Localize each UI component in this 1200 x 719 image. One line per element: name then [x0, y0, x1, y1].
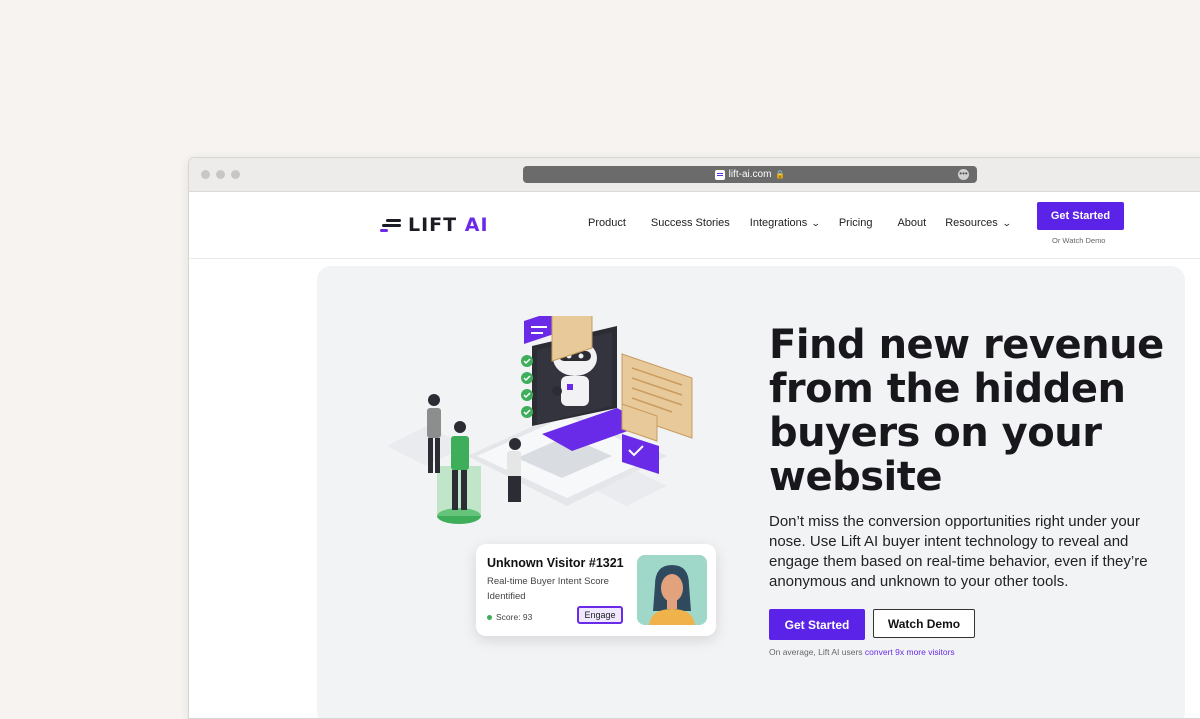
main-nav: Product Success Stories Integrations ⌄ P… — [588, 217, 1012, 229]
hero-section: Find new revenue from the hidden buyers … — [317, 266, 1185, 718]
nav-item-about[interactable]: About — [897, 217, 926, 229]
browser-window: lift-ai.com 🔒 ••• LIFT AI Product Succes… — [188, 157, 1200, 719]
lock-icon: 🔒 — [775, 170, 786, 179]
score-text: Score: 93 — [496, 612, 533, 622]
ellipsis-icon[interactable]: ••• — [958, 169, 969, 180]
nav-item-label: Integrations — [749, 217, 808, 229]
nav-item-label: Pricing — [838, 217, 873, 229]
site-favicon-icon — [714, 169, 725, 180]
minimize-window-icon[interactable] — [216, 170, 225, 179]
nav-item-resources[interactable]: Resources ⌄ — [945, 217, 1012, 229]
buyer-intent-illustration — [387, 316, 693, 524]
hero-get-started-button[interactable]: Get Started — [769, 609, 865, 640]
visitor-avatar — [637, 555, 707, 625]
chevron-down-icon: ⌄ — [811, 217, 821, 228]
woman-avatar-icon — [637, 555, 707, 625]
site-header: LIFT AI Product Success Stories Integrat… — [189, 192, 1200, 259]
conversion-note-link[interactable]: convert 9x more visitors — [865, 647, 955, 657]
conversion-note: On average, Lift AI users convert 9x mor… — [769, 647, 955, 657]
logo-mark-icon — [380, 218, 402, 232]
nav-item-label: Resources — [945, 217, 998, 229]
nav-item-integrations[interactable]: Integrations ⌄ — [749, 217, 821, 229]
score-indicator: Score: 93 — [487, 612, 532, 622]
address-bar[interactable]: lift-ai.com 🔒 ••• — [523, 166, 977, 183]
browser-toolbar: lift-ai.com 🔒 ••• — [189, 158, 1200, 192]
nav-item-product[interactable]: Product — [588, 217, 626, 229]
nav-item-pricing[interactable]: Pricing — [839, 217, 873, 229]
window-controls — [201, 170, 240, 179]
status-dot-icon — [487, 614, 492, 620]
nav-item-label: Product — [588, 217, 626, 229]
hero-watch-demo-button[interactable]: Watch Demo — [873, 609, 975, 638]
conversion-note-text: On average, Lift AI users — [769, 647, 865, 657]
nav-item-label: About — [897, 217, 927, 229]
header-watch-demo-link[interactable]: Or Watch Demo — [1052, 236, 1105, 245]
visitor-card-title: Unknown Visitor #1321 — [487, 556, 624, 570]
hero-headline: Find new revenue from the hidden buyers … — [769, 322, 1164, 500]
url-text: lift-ai.com — [728, 169, 772, 180]
logo-text: LIFT AI — [408, 214, 489, 236]
visitor-card-subtitle: Real-time Buyer Intent Score Identified — [487, 576, 609, 602]
header-get-started-button[interactable]: Get Started — [1037, 202, 1124, 230]
nav-item-success-stories[interactable]: Success Stories — [651, 217, 730, 229]
maximize-window-icon[interactable] — [231, 170, 240, 179]
engage-button[interactable]: Engage — [577, 606, 623, 624]
close-window-icon[interactable] — [201, 170, 210, 179]
lift-ai-logo[interactable]: LIFT AI — [380, 214, 489, 236]
nav-item-label: Success Stories — [650, 217, 730, 229]
visitor-card: Unknown Visitor #1321 Real-time Buyer In… — [476, 544, 716, 636]
chevron-down-icon: ⌄ — [1001, 217, 1012, 228]
hero-subtext: Don’t miss the conversion opportunities … — [769, 513, 1148, 590]
